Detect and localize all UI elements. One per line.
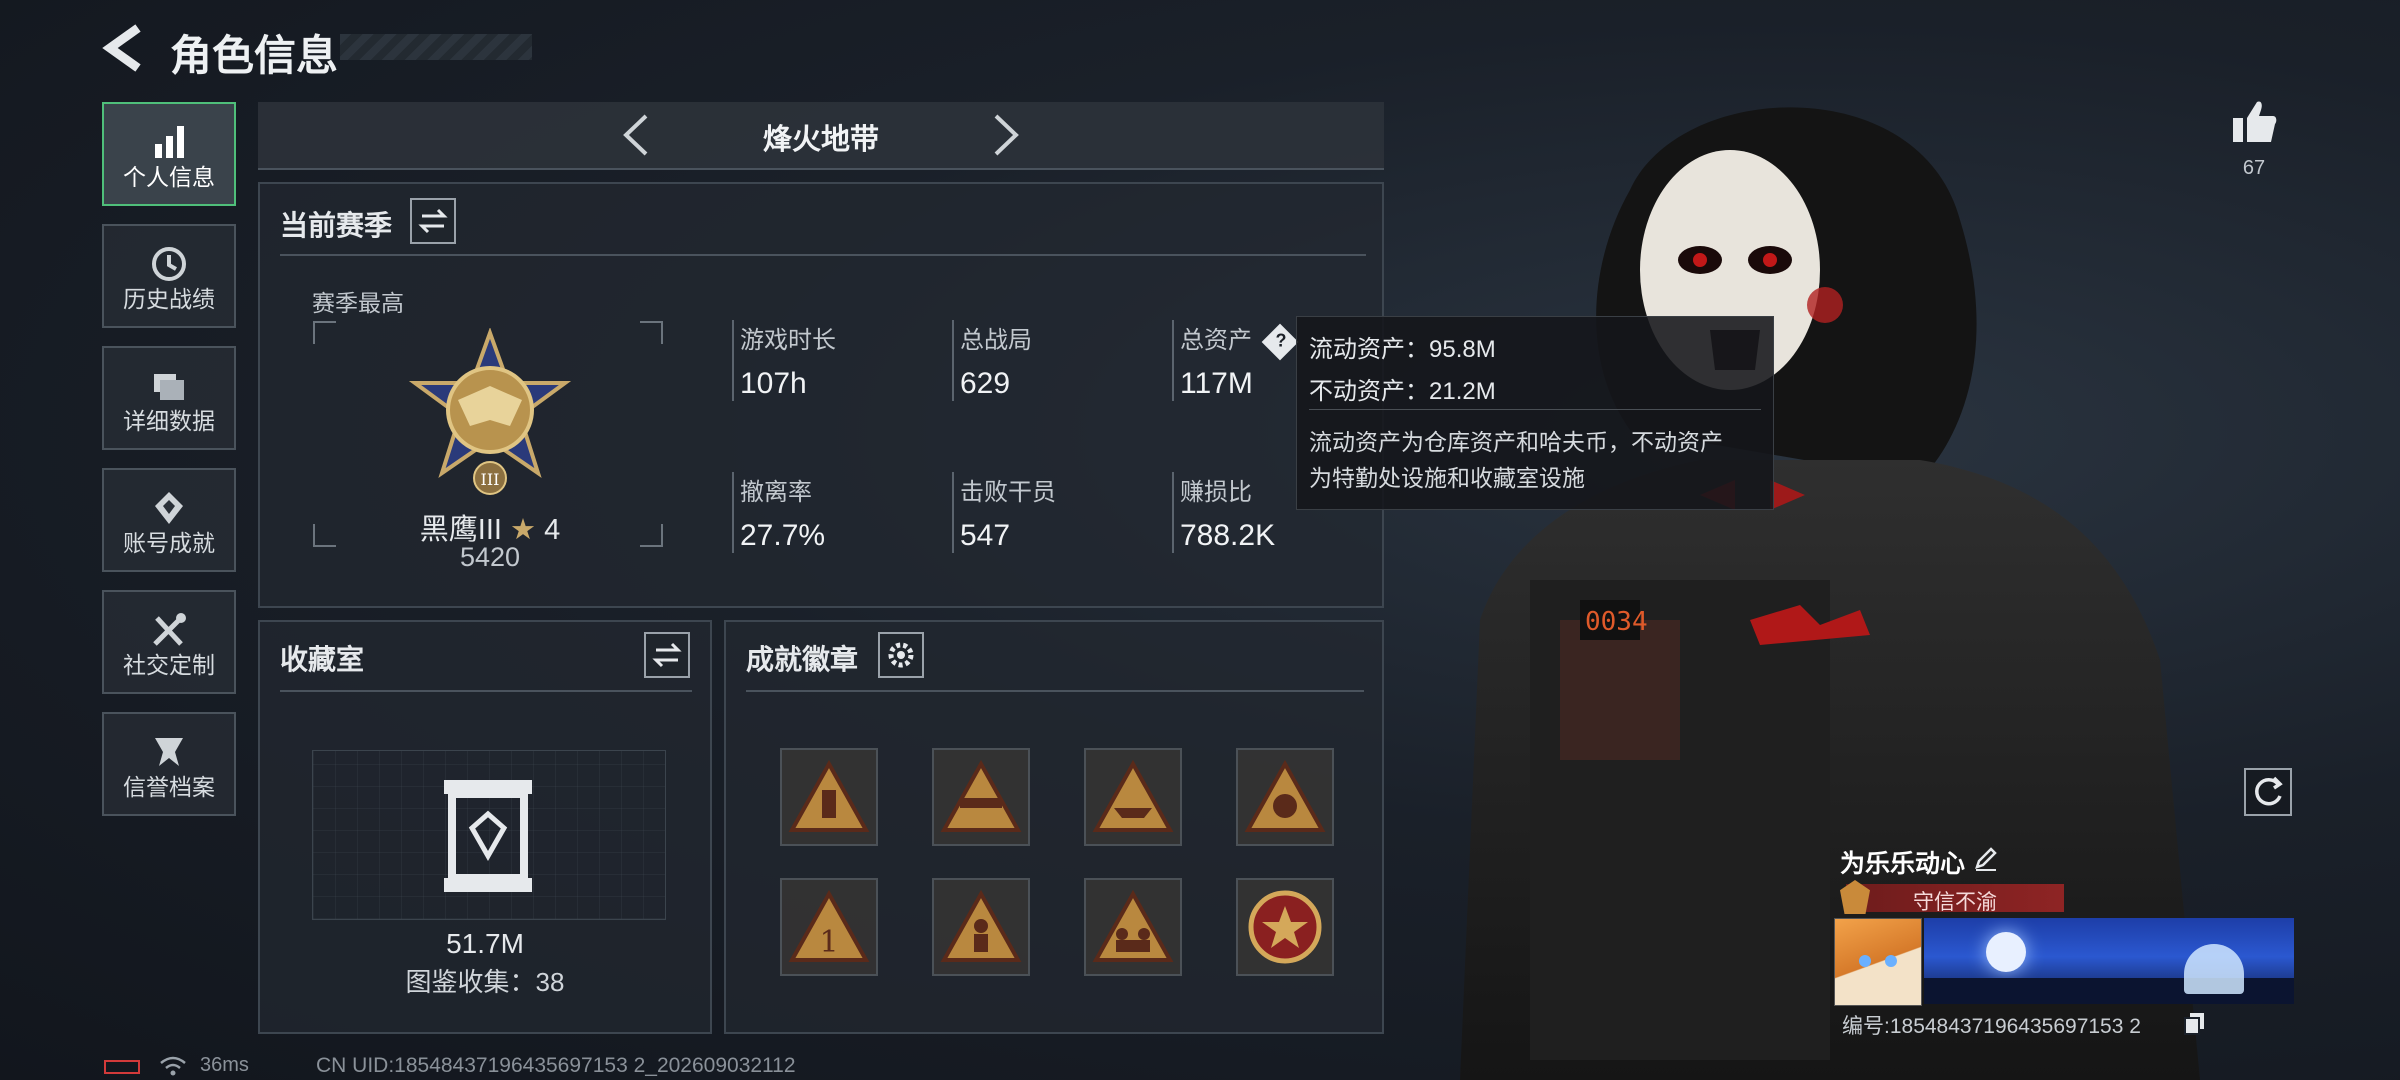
back-arrow-icon	[102, 24, 141, 72]
stat-total-matches: 总战局 629	[952, 320, 1032, 401]
badge-ship-icon[interactable]	[1084, 748, 1182, 846]
sidebar-item-label: 信誉档案	[123, 774, 215, 800]
edit-name-icon[interactable]	[1972, 844, 2000, 872]
player-title-text: 守信不渝	[1913, 891, 1997, 914]
reputation-icon	[155, 738, 183, 766]
display-case-icon	[444, 780, 532, 892]
sidebar-item-history[interactable]: 历史战绩	[102, 224, 236, 328]
history-clock-icon	[152, 247, 186, 281]
sidebar-item-label: 详细数据	[123, 408, 215, 434]
sidebar-item-details[interactable]: 详细数据	[102, 346, 236, 450]
sidebar-item-label: 个人信息	[123, 164, 215, 190]
stat-total-assets: 总资产 ? 117M	[1172, 320, 1299, 401]
tooltip-desc-line2: 为特勤处设施和收藏室设施	[1309, 465, 1585, 491]
season-switch-button[interactable]	[410, 198, 456, 244]
stat-play-time: 游戏时长 107h	[732, 320, 836, 401]
badge-star-seal-icon[interactable]	[1236, 878, 1334, 976]
sidebar-item-personal-info[interactable]: 个人信息	[102, 102, 236, 206]
next-mode-button[interactable]	[986, 110, 1026, 160]
sidebar-item-achievements[interactable]: 账号成就	[102, 468, 236, 572]
sidebar-item-social[interactable]: 社交定制	[102, 590, 236, 694]
season-panel: 当前赛季 赛季最高 III 黑鹰III ★ 4 5420 游戏时长 107h 总…	[258, 182, 1384, 608]
rotate-model-button[interactable]	[2244, 768, 2292, 816]
badge-team-icon[interactable]	[1084, 878, 1182, 976]
collection-panel[interactable]: 收藏室 51.7M 图鉴收集：38	[258, 620, 712, 1034]
collection-title: 收藏室	[280, 644, 365, 675]
sidebar-item-label: 账号成就	[123, 530, 215, 556]
player-name: 为乐乐动心	[1840, 850, 1966, 878]
mode-title: 烽火地带	[762, 124, 879, 156]
folder-icon	[154, 374, 184, 400]
sidebar-item-label: 历史战绩	[123, 286, 215, 312]
rank-emblem-icon: III	[408, 328, 572, 495]
player-avatar[interactable]	[1834, 918, 1922, 1006]
refresh-icon	[2255, 776, 2283, 806]
page-title: 角色信息	[170, 32, 339, 79]
season-best-label: 赛季最高	[312, 290, 404, 316]
back-button[interactable]	[100, 22, 146, 74]
achievements-title: 成就徽章	[746, 644, 859, 675]
player-id: 编号:18548437196435697153 2	[1842, 1015, 2141, 1038]
tooltip-liquid-assets: 流动资产：95.8M	[1309, 336, 1496, 363]
tooltip-fixed-assets: 不动资产：21.2M	[1309, 378, 1496, 405]
sidebar-item-reputation[interactable]: 信誉档案	[102, 712, 236, 816]
achievement-icon	[155, 492, 183, 524]
gear-icon	[888, 642, 914, 668]
thumbs-up-icon	[2233, 101, 2277, 142]
achievements-settings-button[interactable]	[878, 632, 924, 678]
bar-chart-icon	[155, 126, 184, 158]
swap-icon	[418, 208, 448, 234]
achievements-panel: 成就徽章 1	[724, 620, 1384, 1034]
sidebar-item-label: 社交定制	[123, 652, 215, 678]
mode-selector: 烽火地带	[258, 102, 1384, 170]
badge-tower-icon[interactable]	[780, 748, 878, 846]
svg-text:0034: 0034	[1585, 607, 1648, 637]
ping-value: 36ms	[200, 1054, 249, 1076]
tools-icon	[153, 613, 186, 646]
stat-extraction-rate: 撤离率 27.7%	[732, 472, 825, 553]
assets-tooltip: 流动资产：95.8M 不动资产：21.2M 流动资产为仓库资产和哈夫币，不动资产…	[1296, 316, 1774, 510]
player-banner[interactable]	[1924, 918, 2294, 1004]
battery-icon	[104, 1060, 140, 1074]
svg-text:III: III	[481, 470, 500, 489]
collection-value: 51.7M	[446, 928, 524, 959]
tooltip-desc-line1: 流动资产为仓库资产和哈夫币，不动资产	[1309, 429, 1723, 455]
badge-soldier-icon[interactable]	[932, 878, 1030, 976]
wifi-icon	[160, 1056, 186, 1076]
stat-operators-defeated: 击败干员 547	[952, 472, 1056, 553]
badge-number-one-icon[interactable]: 1	[780, 878, 878, 976]
uid-text: CN UID:18548437196435697153 2_2026090321…	[316, 1054, 796, 1077]
svg-text:1: 1	[819, 925, 838, 960]
season-title: 当前赛季	[280, 210, 393, 241]
badge-cash-icon[interactable]	[1236, 748, 1334, 846]
stat-profit-loss-ratio: 赚损比 788.2K	[1172, 472, 1275, 553]
badge-gun-icon[interactable]	[932, 748, 1030, 846]
collection-switch-button[interactable]	[644, 632, 690, 678]
rank-score: 5420	[459, 542, 521, 572]
swap-icon	[652, 642, 682, 668]
collection-count: 图鉴收集：38	[405, 967, 565, 997]
help-icon[interactable]: ?	[1261, 323, 1299, 361]
like-count: 67	[2242, 157, 2266, 179]
player-title-badge: 守信不渝	[1840, 880, 2064, 914]
title-decoration	[340, 34, 532, 60]
like-button[interactable]: 67	[2224, 98, 2284, 188]
copy-icon[interactable]	[2182, 1010, 2208, 1036]
